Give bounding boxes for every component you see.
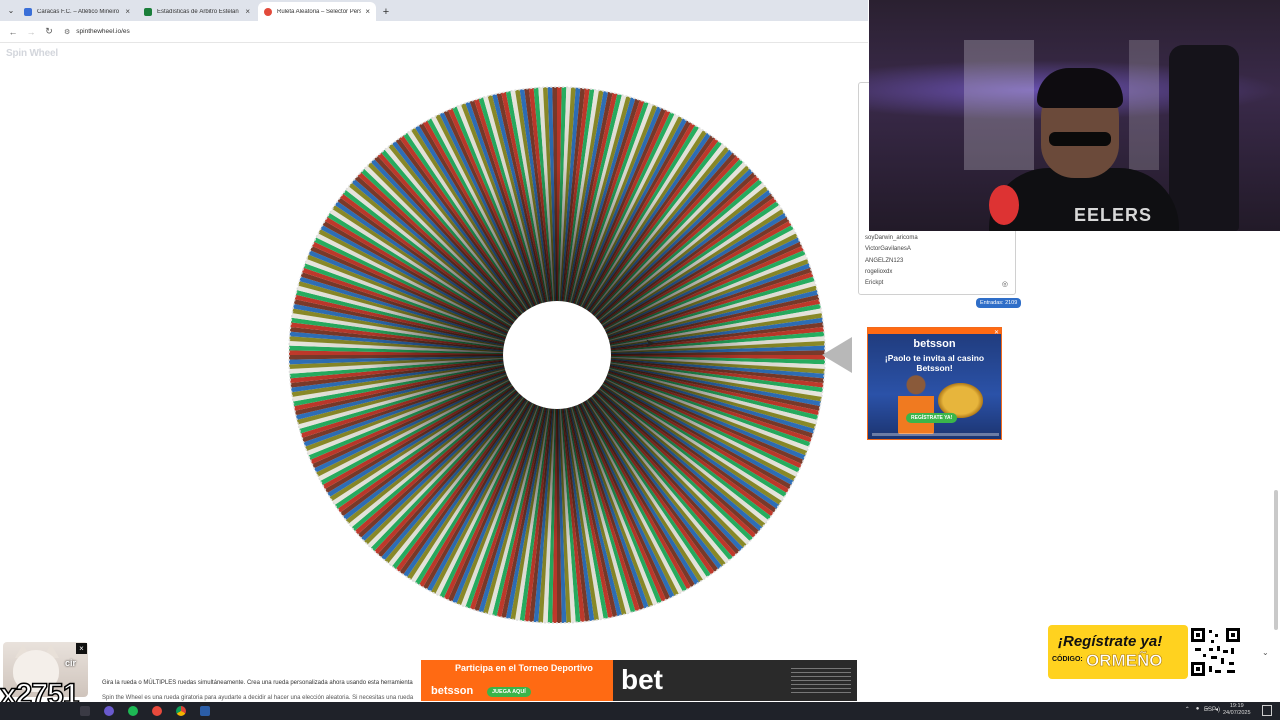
ad-person-image bbox=[898, 374, 934, 434]
entries-list[interactable]: soyDarwin_aricoma VictorGavilanesA ANGEL… bbox=[865, 233, 918, 289]
spotify-icon[interactable] bbox=[128, 706, 138, 716]
register-promo: ¡Regístrate ya! CÓDIGO: ORMEÑO bbox=[1048, 625, 1188, 679]
wheel-center-hub[interactable] bbox=[503, 301, 611, 409]
webcam-shirt-text: EELERS bbox=[1074, 205, 1153, 225]
favicon-icon bbox=[144, 7, 152, 16]
ad-banner-headline: Participa en el Torneo Deportivo bbox=[455, 663, 593, 673]
tab-title: Estadísticas de Árbitro Estelan bbox=[157, 8, 239, 15]
webcam-sunglasses bbox=[1049, 132, 1111, 146]
url-text: spinthewheel.io/es bbox=[76, 28, 130, 35]
tray-mic-icon[interactable]: ● bbox=[1196, 706, 1200, 713]
register-code-label: CÓDIGO: bbox=[1052, 656, 1083, 663]
entry-item[interactable]: ANGELZN123 bbox=[865, 256, 918, 267]
clock-time: 19:19 bbox=[1229, 703, 1244, 709]
ad-betsson-side[interactable]: betsson ¡Paolo te invita al casino Betss… bbox=[867, 327, 1002, 440]
ad-headline: ¡Paolo te invita al casino Betsson! bbox=[884, 353, 985, 373]
page-scrollbar[interactable] bbox=[1274, 490, 1278, 630]
qr-code-graphic bbox=[1191, 628, 1240, 676]
close-icon[interactable]: × bbox=[76, 643, 87, 654]
forward-icon[interactable]: → bbox=[24, 25, 38, 39]
qr-code-icon bbox=[1188, 625, 1243, 679]
page-intro-text: Gira la rueda o MÚLTIPLES ruedas simultá… bbox=[102, 680, 413, 686]
address-bar[interactable]: ⚙ spinthewheel.io/es bbox=[60, 24, 840, 40]
taskbar-app-icon[interactable] bbox=[200, 706, 210, 716]
close-icon[interactable]: × bbox=[125, 7, 130, 16]
screen: ⌄ Caracas F.C. – Atlético Mineiro · × Es… bbox=[0, 0, 1280, 720]
browser-nav-bar: ← → ↻ ⚙ spinthewheel.io/es bbox=[0, 21, 868, 43]
site-info-icon[interactable]: ⚙ bbox=[64, 28, 70, 36]
entry-item[interactable]: Erickpt bbox=[865, 278, 918, 289]
webcam-chair bbox=[1169, 45, 1239, 231]
register-title: ¡Regístrate ya! bbox=[1058, 633, 1163, 650]
spin-wheel[interactable] bbox=[287, 85, 827, 625]
webcam-mic bbox=[989, 185, 1019, 225]
chrome-icon[interactable] bbox=[176, 706, 186, 716]
ad-banner-cta-button[interactable]: JUEGA AQUÍ bbox=[487, 687, 531, 697]
cat-caption: cir bbox=[65, 658, 77, 668]
ad-cta-button[interactable]: REGÍSTRATE YA! bbox=[906, 413, 958, 423]
close-icon[interactable]: × bbox=[365, 7, 370, 16]
notification-icon[interactable] bbox=[1262, 705, 1272, 716]
entry-item[interactable]: rogelioxdx bbox=[865, 267, 918, 278]
scroll-down-icon[interactable]: ⌄ bbox=[1262, 648, 1269, 657]
wheel-svg[interactable] bbox=[287, 85, 827, 625]
reload-icon[interactable]: ↻ bbox=[42, 25, 56, 39]
taskbar-clock[interactable]: 19:19 24/07/2025 bbox=[1223, 703, 1251, 717]
ad-brand-logo: betsson bbox=[913, 338, 956, 350]
taskbar-app-icon[interactable] bbox=[104, 706, 114, 716]
entry-item[interactable]: soyDarwin_aricoma bbox=[865, 233, 918, 244]
close-icon[interactable]: × bbox=[245, 7, 250, 16]
webcam-person-hair bbox=[1037, 68, 1123, 108]
ad-banner-fine-print bbox=[791, 668, 851, 694]
webcam-shelf bbox=[964, 40, 1034, 170]
favicon-icon bbox=[264, 7, 272, 16]
page-description-text: Spin the Wheel es una rueda giratoria pa… bbox=[102, 695, 414, 701]
mouse-cursor-icon: ➤ bbox=[645, 336, 656, 350]
ad-close-icon[interactable]: ✕ bbox=[994, 329, 999, 336]
keyboard-language[interactable]: ESP bbox=[1204, 707, 1216, 713]
ad-fine-print bbox=[872, 433, 999, 436]
ad-top-stripe bbox=[868, 328, 1001, 334]
clock-date: 24/07/2025 bbox=[1223, 710, 1251, 716]
tab-title: Ruleta Aleatoria – Selector Pers bbox=[277, 8, 362, 15]
tab-menu-icon[interactable]: ⌄ bbox=[4, 0, 18, 21]
tab-arbitro[interactable]: Estadísticas de Árbitro Estelan × bbox=[138, 2, 256, 21]
browser-tab-bar: ⌄ Caracas F.C. – Atlético Mineiro · × Es… bbox=[0, 0, 868, 21]
ad-banner-big-logo: bet bbox=[621, 664, 663, 695]
ad-banner-brand: betsson bbox=[431, 685, 474, 697]
favicon-icon bbox=[24, 7, 32, 16]
wheel-pointer-icon bbox=[822, 337, 852, 373]
entries-count-badge: Entradas: 2109 bbox=[976, 298, 1022, 308]
os-taskbar: ⌃ ● ◒ ◂) ESP 19:19 24/07/2025 bbox=[0, 702, 1280, 720]
new-tab-button[interactable]: + bbox=[378, 2, 394, 21]
tab-ruleta[interactable]: Ruleta Aleatoria – Selector Pers × bbox=[258, 2, 376, 21]
site-logo[interactable]: Spin Wheel bbox=[6, 48, 58, 59]
ad-betsson-banner[interactable]: Participa en el Torneo Deportivo betsson… bbox=[421, 660, 857, 701]
back-icon[interactable]: ← bbox=[6, 25, 20, 39]
register-code: ORMEÑO bbox=[1086, 651, 1163, 671]
tab-title: Caracas F.C. – Atlético Mineiro · bbox=[37, 8, 122, 15]
entry-item[interactable]: VictorGavilanesA bbox=[865, 244, 918, 255]
image-add-icon[interactable]: ◎ bbox=[1002, 280, 1008, 288]
tray-chevron-icon[interactable]: ⌃ bbox=[1185, 706, 1190, 713]
webcam-overlay: EELERS bbox=[869, 0, 1280, 231]
webcam-shelf bbox=[1129, 40, 1159, 170]
taskbar-app-icon[interactable] bbox=[152, 706, 162, 716]
tab-caracas[interactable]: Caracas F.C. – Atlético Mineiro · × bbox=[18, 2, 136, 21]
taskbar-app-icon[interactable] bbox=[80, 706, 90, 716]
